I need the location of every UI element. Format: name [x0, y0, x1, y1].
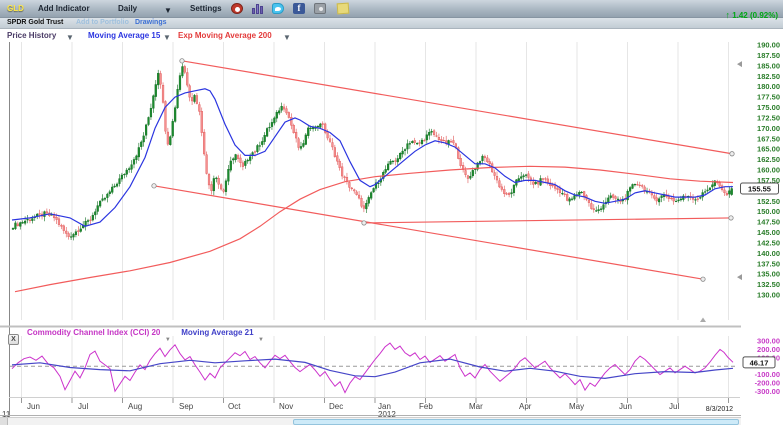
candlestick-series	[12, 63, 733, 240]
svg-text:185.00: 185.00	[757, 61, 780, 70]
period-dropdown[interactable]: Daily	[118, 4, 137, 13]
svg-text:167.50: 167.50	[757, 134, 780, 143]
svg-text:135.00: 135.00	[757, 270, 780, 279]
svg-text:-300.00: -300.00	[755, 387, 780, 396]
panel-resize-arrow-icon	[700, 318, 706, 323]
camera-icon[interactable]	[314, 3, 326, 14]
svg-text:Apr: Apr	[519, 402, 532, 411]
up-arrow-icon: ↑	[725, 10, 730, 20]
close-cci-panel-button[interactable]: X	[8, 334, 19, 345]
horizontal-scrollbar[interactable]	[0, 417, 741, 425]
svg-text:182.50: 182.50	[757, 72, 780, 81]
settings-button[interactable]: Settings	[190, 4, 222, 13]
price-change-badge: ↑ 1.42 (0.92%)	[725, 10, 778, 20]
bar-chart-icon[interactable]	[252, 3, 264, 14]
chevron-down-icon[interactable]: ▼	[165, 337, 171, 343]
cci-panel: 300.00200.00100.00-100.00-200.00-300.004…	[10, 337, 780, 396]
fund-name-label: SPDR Gold Trust	[7, 19, 63, 26]
svg-text:46.17: 46.17	[750, 358, 769, 367]
chevron-down-icon[interactable]: ▼	[283, 33, 291, 42]
chart-canvas[interactable]: 190.00187.50185.00182.50180.00177.50175.…	[0, 0, 783, 432]
svg-text:155.55: 155.55	[748, 185, 771, 194]
chevron-down-icon[interactable]: ▼	[163, 33, 171, 42]
svg-text:Feb: Feb	[419, 402, 433, 411]
cci-panel-header: XCommodity Channel Index (CCI) 20 ▼ Movi…	[8, 328, 264, 340]
plot-legend-row: Price History ▼ Moving Average 15 ▼ Exp …	[0, 29, 783, 42]
ma15-line	[12, 89, 733, 227]
add-to-portfolio-link[interactable]: Add to Portfolio	[76, 19, 129, 26]
add-indicator-button[interactable]: Add Indicator	[38, 4, 90, 13]
chevron-down-icon[interactable]: ▼	[258, 337, 264, 343]
svg-text:187.50: 187.50	[757, 51, 780, 60]
scrollbar-thumb[interactable]	[293, 419, 739, 425]
drawings-link[interactable]: Drawings	[135, 19, 167, 26]
twitter-icon[interactable]	[272, 3, 284, 14]
svg-text:150.00: 150.00	[757, 207, 780, 216]
price-change-value: 1.42 (0.92%)	[732, 11, 778, 20]
symbol-subheader: SPDR Gold Trust Add to Portfolio Drawing…	[0, 18, 783, 29]
svg-text:177.50: 177.50	[757, 93, 780, 102]
svg-text:175.00: 175.00	[757, 103, 780, 112]
svg-text:Jul: Jul	[669, 402, 679, 411]
svg-text:172.50: 172.50	[757, 113, 780, 122]
svg-text:Nov: Nov	[279, 402, 293, 411]
legend-price-history[interactable]: Price History	[7, 31, 56, 40]
svg-text:160.00: 160.00	[757, 166, 780, 175]
legend-cci[interactable]: Commodity Channel Index (CCI) 20	[27, 328, 160, 337]
legend-moving-average-21[interactable]: Moving Average 21	[181, 328, 253, 337]
charting-app-window: 190.00187.50185.00182.50180.00177.50175.…	[0, 0, 783, 432]
clock-icon[interactable]	[231, 3, 243, 14]
svg-text:Jun: Jun	[619, 402, 632, 411]
svg-text:147.50: 147.50	[757, 218, 780, 227]
svg-text:Sep: Sep	[179, 402, 194, 411]
panel-borders	[0, 42, 741, 416]
svg-text:180.00: 180.00	[757, 82, 780, 91]
svg-text:Oct: Oct	[228, 402, 241, 411]
facebook-icon[interactable]: f	[293, 3, 305, 14]
legend-moving-average-15[interactable]: Moving Average 15	[88, 31, 160, 40]
svg-text:142.50: 142.50	[757, 238, 780, 247]
scrollbar-corner	[0, 418, 8, 425]
svg-text:May: May	[569, 402, 584, 411]
svg-text:170.00: 170.00	[757, 124, 780, 133]
svg-text:152.50: 152.50	[757, 197, 780, 206]
svg-text:130.00: 130.00	[757, 291, 780, 300]
main-toolbar: GLD Add Indicator Daily ▼ Settings f	[0, 0, 783, 18]
svg-text:8/3/2012: 8/3/2012	[706, 406, 733, 413]
svg-text:132.50: 132.50	[757, 280, 780, 289]
svg-text:Aug: Aug	[128, 402, 142, 411]
svg-text:137.50: 137.50	[757, 259, 780, 268]
sticky-note-icon[interactable]	[337, 3, 350, 15]
symbol-label: GLD	[7, 4, 24, 13]
svg-text:Mar: Mar	[469, 402, 483, 411]
svg-text:Jun: Jun	[27, 402, 40, 411]
price-axis: 190.00187.50185.00182.50180.00177.50175.…	[737, 41, 780, 300]
svg-text:Dec: Dec	[329, 402, 343, 411]
svg-text:162.50: 162.50	[757, 155, 780, 164]
svg-text:145.00: 145.00	[757, 228, 780, 237]
legend-exp-moving-average-200[interactable]: Exp Moving Average 200	[178, 31, 272, 40]
chevron-down-icon[interactable]: ▼	[164, 6, 172, 15]
svg-text:Jul: Jul	[78, 402, 88, 411]
chevron-down-icon[interactable]: ▼	[66, 33, 74, 42]
svg-text:165.00: 165.00	[757, 145, 780, 154]
svg-text:140.00: 140.00	[757, 249, 780, 258]
